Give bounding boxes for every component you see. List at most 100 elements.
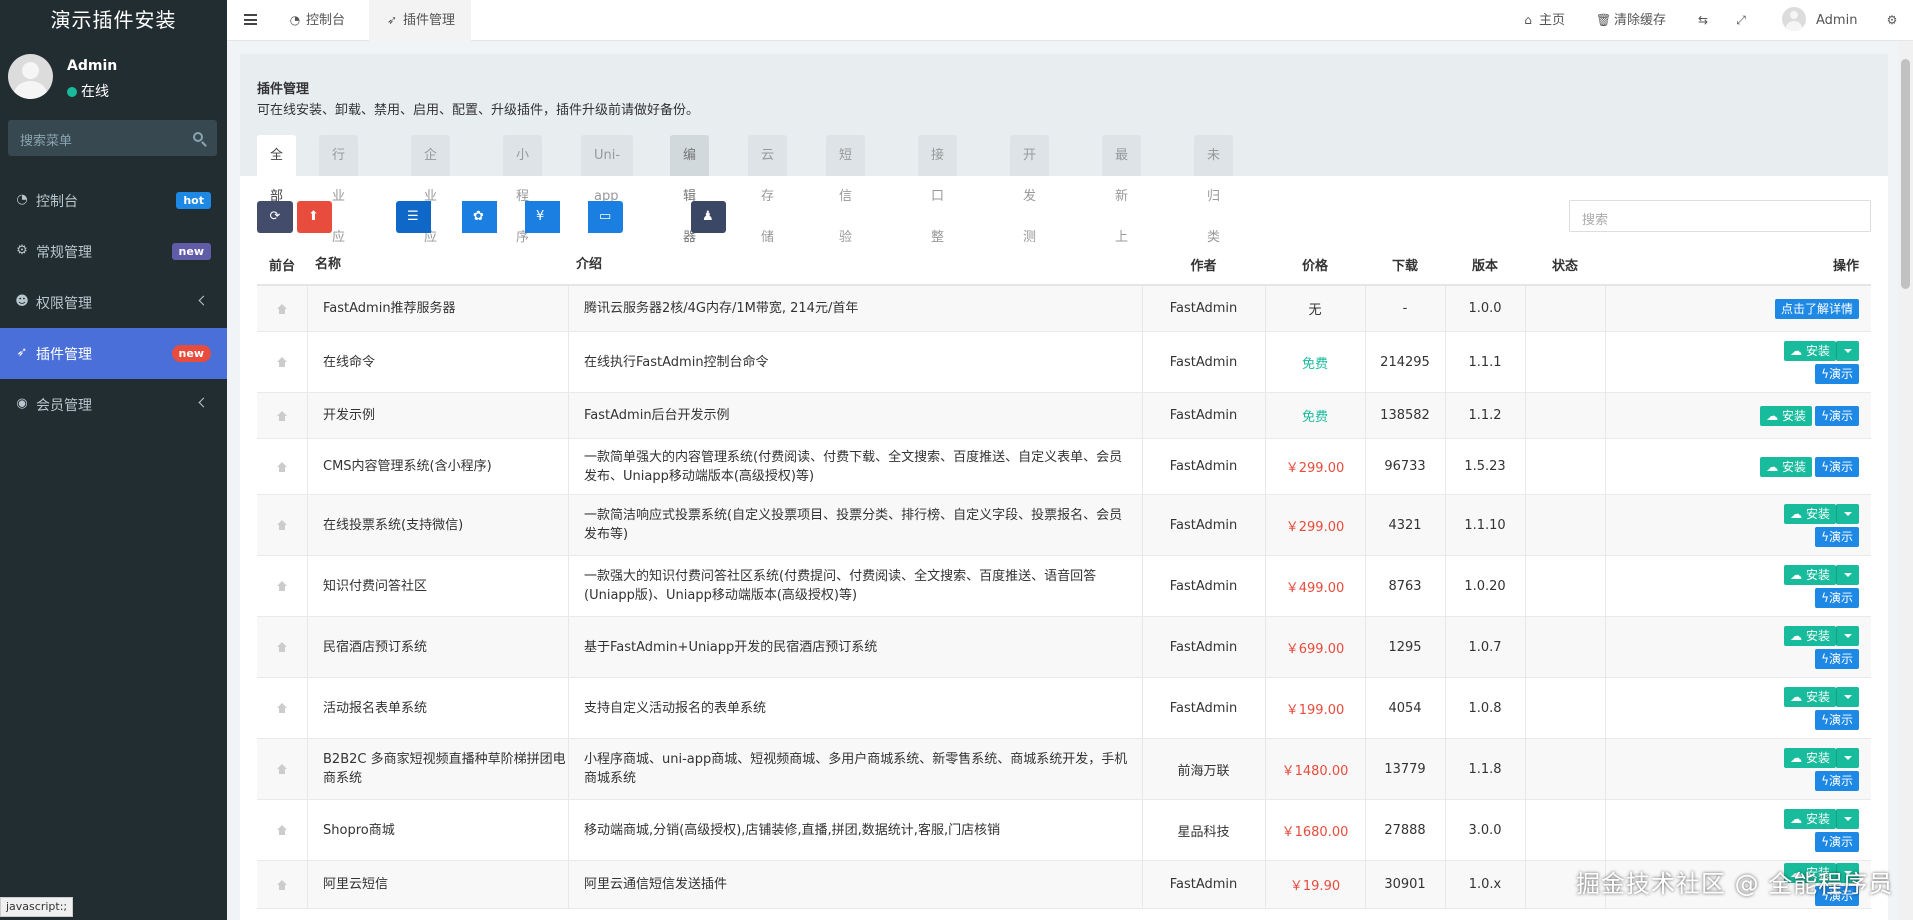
- install-button[interactable]: ☁ 安装: [1784, 686, 1836, 707]
- tab-devtest[interactable]: 开发测试: [1010, 135, 1050, 286]
- col-downloads[interactable]: 下载: [1365, 244, 1445, 284]
- col-status[interactable]: 状态: [1525, 244, 1605, 284]
- install-dropdown-button[interactable]: [1836, 625, 1859, 646]
- install-button[interactable]: ☁ 安装: [1784, 564, 1836, 585]
- demo-button[interactable]: ϟ演示: [1815, 456, 1859, 477]
- row-author[interactable]: FastAdmin: [1142, 439, 1265, 494]
- tab-uncategorized[interactable]: 未归类: [1194, 135, 1234, 245]
- row-name[interactable]: 知识付费问答社区: [307, 556, 568, 616]
- fullscreen-button[interactable]: ⤢: [1734, 0, 1752, 41]
- row-name[interactable]: 在线投票系统(支持微信): [307, 495, 568, 555]
- home-icon[interactable]: [276, 825, 288, 835]
- brand-logo[interactable]: 演示插件安装: [0, 0, 227, 41]
- install-button[interactable]: ☁ 安装: [1784, 503, 1836, 524]
- row-name[interactable]: CMS内容管理系统(含小程序): [307, 439, 568, 494]
- search-icon[interactable]: [193, 132, 203, 142]
- row-author[interactable]: FastAdmin: [1142, 556, 1265, 616]
- tab-industry[interactable]: 行业应用: [319, 135, 359, 286]
- tab-uniapp[interactable]: Uni-app: [581, 135, 634, 204]
- sidebar-item-dashboard[interactable]: ◔ 控制台 hot: [0, 175, 227, 226]
- filter-paid-button[interactable]: ¥ 付费: [525, 201, 561, 288]
- tab-storage[interactable]: 云存储: [748, 135, 788, 245]
- install-button[interactable]: ☁ 安装: [1784, 808, 1836, 829]
- install-button[interactable]: ☁ 安装: [1784, 340, 1836, 361]
- home-icon[interactable]: [276, 410, 288, 421]
- row-name[interactable]: 活动报名表单系统: [307, 678, 568, 738]
- install-dropdown-button[interactable]: [1836, 503, 1859, 524]
- demo-button[interactable]: ϟ演示: [1815, 770, 1859, 791]
- home-icon[interactable]: [276, 642, 288, 652]
- install-dropdown-button[interactable]: [1836, 340, 1859, 361]
- refresh-button[interactable]: ⟳: [257, 201, 293, 233]
- row-author[interactable]: FastAdmin: [1142, 861, 1265, 908]
- tab-all[interactable]: 全部: [257, 135, 297, 204]
- install-button[interactable]: ☁ 安装: [1760, 405, 1813, 426]
- tab-dashboard[interactable]: ◔ 控制台: [274, 0, 359, 41]
- tab-miniprogram[interactable]: 小程序: [503, 135, 543, 245]
- scrollbar-thumb[interactable]: [1901, 59, 1910, 289]
- filter-all-button[interactable]: ☰ 全部: [396, 201, 432, 288]
- sidebar-item-user[interactable]: ◉ 会员管理: [0, 379, 227, 430]
- plugin-search-input[interactable]: 搜索: [1569, 200, 1871, 232]
- col-front[interactable]: 前台: [257, 244, 307, 284]
- demo-button[interactable]: ϟ演示: [1815, 587, 1859, 608]
- admin-menu[interactable]: Admin: [1782, 0, 1857, 41]
- sidebar-search-input[interactable]: 搜索菜单: [8, 120, 217, 156]
- translate-button[interactable]: ⇆: [1696, 0, 1714, 41]
- install-button[interactable]: ☁ 安装: [1760, 456, 1813, 477]
- col-price[interactable]: 价格: [1265, 244, 1365, 284]
- filter-local-button[interactable]: ▭ 本地插件: [588, 201, 624, 352]
- row-author[interactable]: FastAdmin: [1142, 286, 1265, 331]
- tab-latest[interactable]: 最新上架: [1102, 135, 1142, 286]
- row-name[interactable]: B2B2C 多商家短视频直播种草阶梯拼团电商系统: [307, 739, 568, 799]
- demo-button[interactable]: ϟ演示: [1815, 648, 1859, 669]
- col-intro[interactable]: 介绍: [568, 244, 1142, 284]
- row-author[interactable]: FastAdmin: [1142, 617, 1265, 677]
- row-name[interactable]: 开发示例: [307, 393, 568, 438]
- demo-button[interactable]: ϟ演示: [1815, 526, 1859, 547]
- tab-api[interactable]: 接口整合: [918, 135, 958, 286]
- tab-editor[interactable]: 编辑器: [670, 135, 710, 245]
- page-scrollbar[interactable]: [1898, 41, 1913, 920]
- sidebar-item-addon[interactable]: ➶ 插件管理 new: [0, 328, 227, 379]
- demo-button[interactable]: ϟ演示: [1815, 363, 1859, 384]
- tab-sms[interactable]: 短信验证: [826, 135, 866, 286]
- tab-enterprise[interactable]: 企业应用: [411, 135, 451, 286]
- col-ops[interactable]: 操作: [1605, 244, 1871, 284]
- row-name[interactable]: 在线命令: [307, 332, 568, 392]
- home-icon[interactable]: [276, 303, 288, 314]
- home-icon[interactable]: [276, 703, 288, 713]
- clear-cache-button[interactable]: 🗑 清除缓存: [1596, 0, 1666, 41]
- row-author[interactable]: 前海万联: [1142, 739, 1265, 799]
- home-icon[interactable]: [276, 461, 288, 472]
- filter-free-button[interactable]: ✿ 免费: [462, 201, 498, 288]
- row-author[interactable]: FastAdmin: [1142, 678, 1265, 738]
- row-author[interactable]: FastAdmin: [1142, 332, 1265, 392]
- home-icon[interactable]: [276, 357, 288, 367]
- demo-button[interactable]: ϟ演示: [1815, 831, 1859, 852]
- tab-addon[interactable]: ➶ 插件管理: [369, 0, 472, 41]
- sidebar-item-general[interactable]: ⚙ 常规管理 new: [0, 226, 227, 277]
- home-icon[interactable]: [276, 581, 288, 591]
- row-name[interactable]: Shopro商城: [307, 800, 568, 860]
- row-author[interactable]: FastAdmin: [1142, 495, 1265, 555]
- home-icon[interactable]: [276, 764, 288, 774]
- local-install-button[interactable]: ⬆ 本地安装: [297, 201, 333, 352]
- home-link[interactable]: ⌂ 主页: [1521, 0, 1565, 41]
- install-dropdown-button[interactable]: [1836, 564, 1859, 585]
- demo-button[interactable]: ϟ演示: [1815, 405, 1859, 426]
- sidebar-item-auth[interactable]: ☻ 权限管理: [0, 277, 227, 328]
- row-name[interactable]: 民宿酒店预订系统: [307, 617, 568, 677]
- install-dropdown-button[interactable]: [1836, 686, 1859, 707]
- install-dropdown-button[interactable]: [1836, 808, 1859, 829]
- home-icon[interactable]: [276, 879, 288, 890]
- install-button[interactable]: ☁ 安装: [1784, 747, 1836, 768]
- col-author[interactable]: 作者: [1142, 244, 1265, 284]
- home-icon[interactable]: [276, 520, 288, 530]
- col-name[interactable]: 名称: [307, 244, 568, 284]
- row-name[interactable]: FastAdmin推荐服务器: [307, 286, 568, 331]
- demo-button[interactable]: ϟ演示: [1815, 709, 1859, 730]
- detail-button[interactable]: 点击了解详情: [1774, 298, 1859, 319]
- settings-button[interactable]: ⚙: [1885, 0, 1903, 41]
- row-name[interactable]: 阿里云短信: [307, 861, 568, 908]
